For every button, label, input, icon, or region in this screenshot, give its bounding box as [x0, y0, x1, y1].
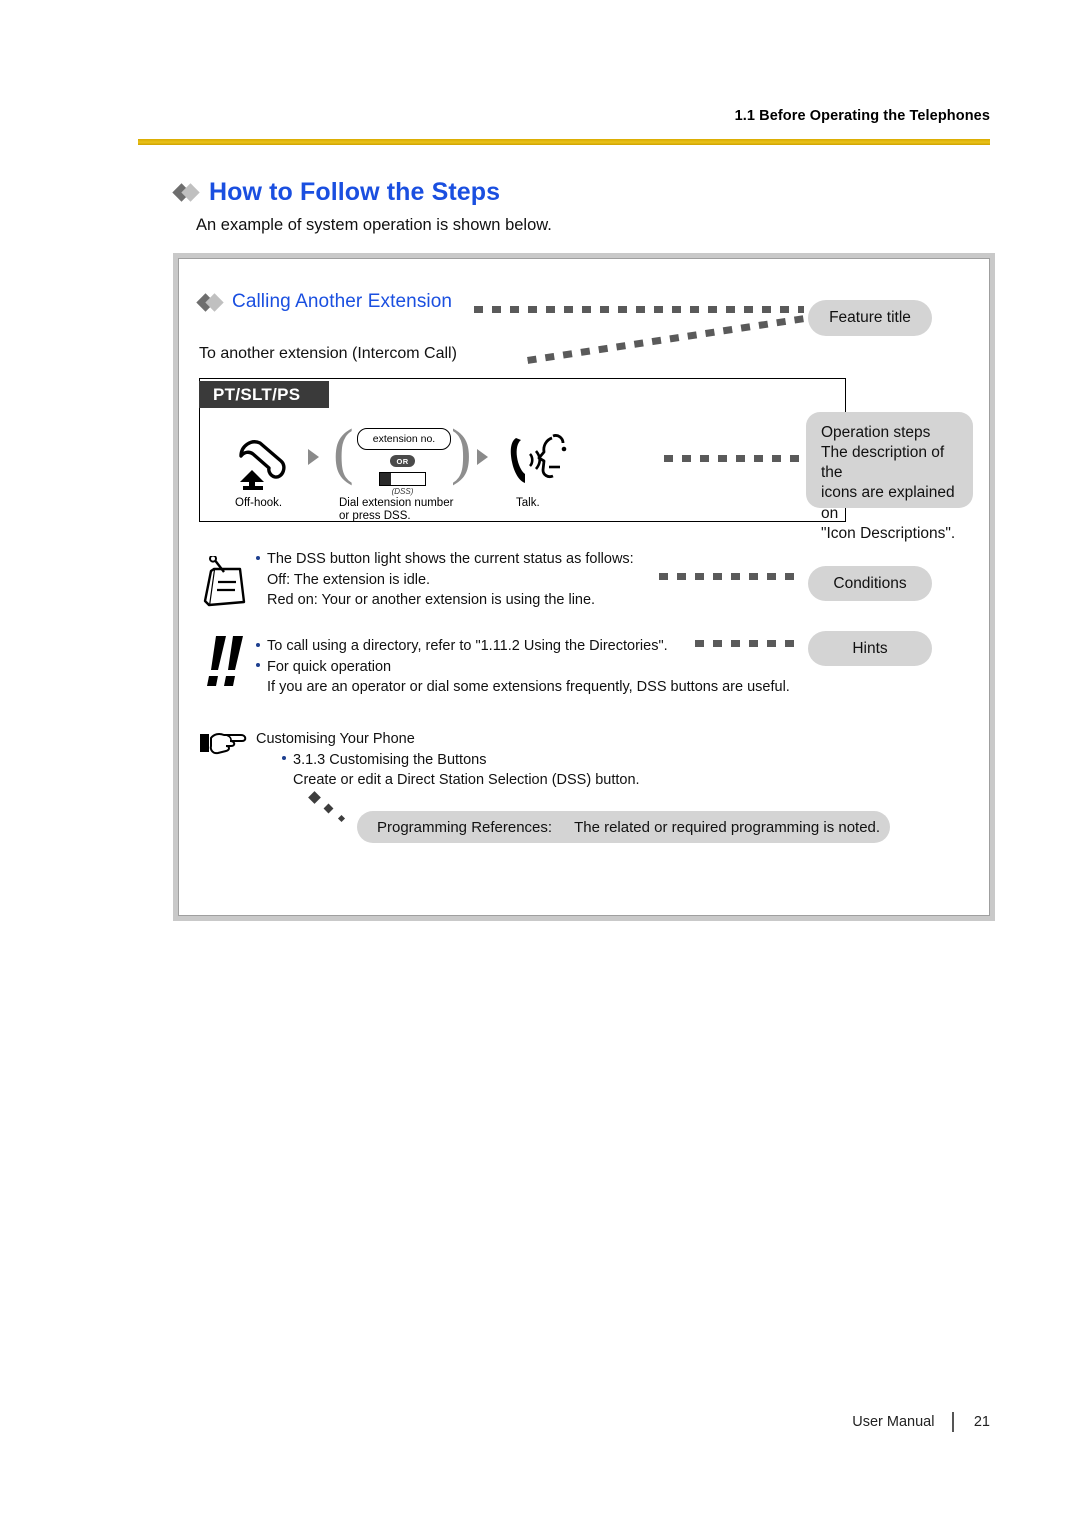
- callout-operation-steps-line1: Operation steps: [821, 424, 931, 441]
- conditions-line3: Red on: Your or another extension is usi…: [267, 592, 596, 609]
- group-paren-left: (: [333, 418, 354, 486]
- double-exclamation-icon: [204, 636, 248, 688]
- customising-detail: Create or edit a Direct Station Selectio…: [293, 772, 640, 789]
- footer-manual-label: User Manual: [852, 1414, 935, 1430]
- callout-feature-title: Feature title: [808, 300, 932, 336]
- page-title: How to Follow the Steps: [172, 178, 501, 206]
- leader-hints: [695, 640, 801, 647]
- hints-line2: For quick operation: [267, 658, 392, 675]
- bullet-icon: [256, 642, 260, 647]
- leader-conditions: [659, 573, 800, 580]
- callout-operation-steps-line2: The description of the: [821, 444, 945, 482]
- step-caption-dial-line2: or press DSS.: [339, 510, 411, 522]
- offhook-handset-icon: [231, 434, 293, 490]
- intro-text: An example of system operation is shown …: [196, 216, 552, 234]
- header-gold-rule: [138, 139, 990, 145]
- callout-operation-steps: Operation steps The description of the i…: [806, 412, 973, 542]
- page-header-section: 1.1 Before Operating the Telephones: [734, 108, 990, 124]
- footer-page-number: 21: [973, 1414, 990, 1430]
- step-caption-talk: Talk.: [516, 497, 540, 509]
- dss-button-label: (DSS): [391, 487, 414, 496]
- extension-number-display: extension no.: [357, 428, 451, 450]
- callout-operation-steps-line4: "Icon Descriptions".: [821, 524, 956, 542]
- hints-line3: If you are an operator or dial some exte…: [267, 679, 790, 696]
- customising-heading: Customising Your Phone: [256, 731, 415, 747]
- device-type-tab: PT/SLT/PS: [199, 381, 329, 408]
- bullet-icon: [282, 756, 286, 761]
- feature-heading-text: Calling Another Extension: [232, 291, 453, 312]
- leader-operation-steps: [664, 455, 802, 462]
- callout-hints: Hints: [808, 631, 932, 666]
- notepad-pencil-icon: [200, 556, 248, 608]
- group-paren-right: ): [451, 418, 472, 486]
- callout-conditions: Conditions: [808, 566, 932, 601]
- conditions-line1: The DSS button light shows the current s…: [267, 551, 634, 567]
- page-title-text: How to Follow the Steps: [209, 178, 501, 206]
- step-arrow-icon: [477, 449, 488, 465]
- programming-references-bar: Programming References: The related or r…: [357, 811, 890, 843]
- feature-heading: Calling Another Extension: [196, 291, 453, 313]
- pointing-hand-icon: [200, 729, 250, 759]
- programming-references-text: The related or required programming is n…: [574, 818, 881, 836]
- programming-references-label: Programming References:: [377, 818, 553, 836]
- feature-subheading: To another extension (Intercom Call): [199, 345, 457, 362]
- or-label: OR: [390, 455, 415, 467]
- customising-block: Customising Your Phone 3.1.3 Customising…: [256, 729, 776, 791]
- leader-feature-title-horizontal: [474, 306, 804, 313]
- step-caption-offhook: Off-hook.: [235, 497, 283, 509]
- document-page: 1.1 Before Operating the Telephones How …: [0, 0, 1080, 1528]
- talk-handset-icon: [508, 432, 568, 488]
- page-footer: User Manual 21: [852, 1412, 990, 1432]
- bullet-icon: [256, 555, 260, 560]
- hints-line1: To call using a directory, refer to "1.1…: [267, 638, 668, 654]
- dss-button-icon: [379, 472, 426, 486]
- bullet-icon: [256, 663, 260, 668]
- customising-item: 3.1.3 Customising the Buttons: [293, 751, 487, 768]
- step-arrow-icon: [308, 449, 319, 465]
- footer-divider: [952, 1412, 954, 1432]
